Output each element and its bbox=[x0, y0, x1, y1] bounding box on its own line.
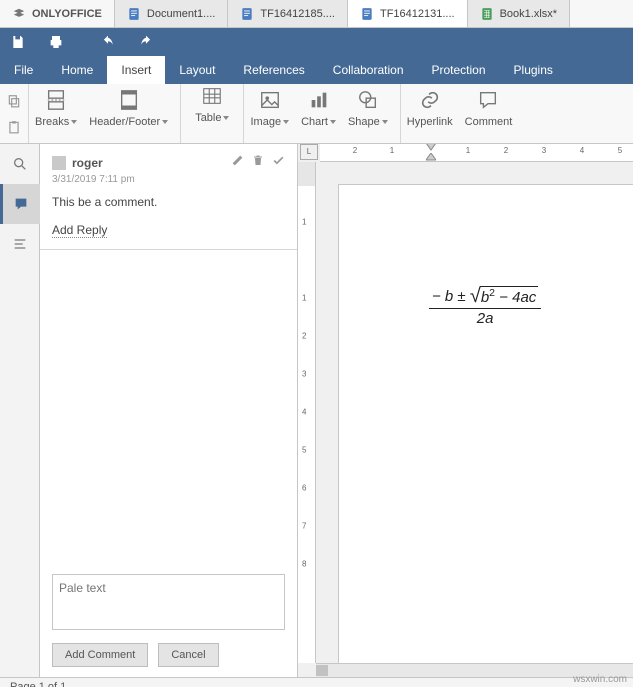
chevron-down-icon bbox=[382, 120, 388, 124]
edit-icon[interactable] bbox=[231, 154, 244, 172]
chevron-down-icon bbox=[283, 120, 289, 124]
document-tabstrip: ONLYOFFICE Document1.... TF16412185.... … bbox=[0, 0, 633, 28]
cancel-comment-button[interactable]: Cancel bbox=[158, 643, 218, 667]
watermark: wsxwin.com bbox=[573, 674, 627, 685]
comment-input[interactable] bbox=[52, 574, 285, 630]
comment-author: roger bbox=[72, 156, 103, 170]
chevron-down-icon bbox=[162, 120, 168, 124]
menu-file[interactable]: File bbox=[0, 56, 47, 84]
brand-logo-icon bbox=[12, 7, 26, 21]
chevron-down-icon bbox=[71, 120, 77, 124]
undo-button[interactable] bbox=[98, 32, 118, 52]
shape-icon bbox=[356, 88, 380, 112]
shape-button[interactable]: Shape bbox=[342, 84, 401, 143]
document-page[interactable]: − b ± √ b2 − 4ac 2a bbox=[338, 184, 633, 677]
menu-references[interactable]: References bbox=[229, 56, 318, 84]
document-viewport[interactable]: L 2 1 1 2 3 4 5 1 1 2 3 4 5 6 7 8 − b bbox=[298, 144, 633, 677]
breaks-button[interactable]: Breaks bbox=[29, 84, 83, 143]
insert-ribbon: Breaks Header/Footer Table Image Chart S… bbox=[0, 84, 633, 144]
brand-label: ONLYOFFICE bbox=[32, 8, 102, 20]
vertical-ruler[interactable]: 1 1 2 3 4 5 6 7 8 bbox=[298, 162, 316, 663]
chart-button[interactable]: Chart bbox=[295, 84, 342, 143]
print-button[interactable] bbox=[46, 32, 66, 52]
page-break-icon bbox=[44, 88, 68, 112]
image-icon bbox=[258, 88, 282, 112]
link-icon bbox=[418, 88, 442, 112]
add-comment-button[interactable]: Add Comment bbox=[52, 643, 148, 667]
redo-button[interactable] bbox=[136, 32, 156, 52]
doc-icon bbox=[127, 7, 141, 21]
doc-tab-label: Document1.... bbox=[147, 8, 215, 20]
copy-button[interactable] bbox=[4, 91, 24, 111]
doc-icon bbox=[360, 7, 374, 21]
menu-home[interactable]: Home bbox=[47, 56, 107, 84]
doc-tab-0[interactable]: Document1.... bbox=[115, 0, 228, 27]
doc-tab-3[interactable]: Book1.xlsx* bbox=[468, 0, 570, 27]
doc-icon bbox=[240, 7, 254, 21]
menu-collaboration[interactable]: Collaboration bbox=[319, 56, 418, 84]
chevron-down-icon bbox=[223, 116, 229, 120]
doc-tab-label: TF16412131.... bbox=[380, 8, 455, 20]
comment-text: This be a comment. bbox=[52, 195, 285, 209]
brand-tab[interactable]: ONLYOFFICE bbox=[0, 0, 115, 27]
hyperlink-button[interactable]: Hyperlink bbox=[401, 84, 459, 143]
save-button[interactable] bbox=[8, 32, 28, 52]
menu-layout[interactable]: Layout bbox=[165, 56, 229, 84]
equation-object[interactable]: − b ± √ b2 − 4ac 2a bbox=[429, 285, 541, 327]
doc-tab-2[interactable]: TF16412131.... bbox=[348, 0, 468, 27]
tab-stop-toggle[interactable]: L bbox=[300, 144, 318, 160]
table-button[interactable]: Table bbox=[181, 84, 244, 143]
delete-icon[interactable] bbox=[252, 154, 264, 172]
add-reply-link[interactable]: Add Reply bbox=[52, 223, 107, 238]
sheet-icon bbox=[480, 7, 494, 21]
rail-headings-button[interactable] bbox=[0, 224, 40, 264]
resolve-icon[interactable] bbox=[272, 154, 285, 172]
comment-item[interactable]: roger 3/31/2019 7:11 pm This be a commen… bbox=[40, 144, 297, 250]
doc-tab-1[interactable]: TF16412185.... bbox=[228, 0, 348, 27]
comment-icon bbox=[476, 88, 500, 112]
comment-date: 3/31/2019 7:11 pm bbox=[52, 174, 285, 185]
image-button[interactable]: Image bbox=[244, 84, 295, 143]
main-menu: File Home Insert Layout References Colla… bbox=[0, 56, 633, 84]
rail-comments-button[interactable] bbox=[0, 184, 40, 224]
menu-plugins[interactable]: Plugins bbox=[500, 56, 567, 84]
left-indent-marker[interactable] bbox=[426, 153, 436, 163]
comments-panel: roger 3/31/2019 7:11 pm This be a commen… bbox=[40, 144, 298, 677]
rail-search-button[interactable] bbox=[0, 144, 40, 184]
table-icon bbox=[200, 84, 224, 108]
chart-icon bbox=[307, 88, 331, 112]
left-rail bbox=[0, 144, 40, 677]
scroll-thumb[interactable] bbox=[316, 665, 328, 676]
menu-protection[interactable]: Protection bbox=[418, 56, 500, 84]
status-bar: Page 1 of 1 bbox=[0, 677, 633, 687]
avatar-icon bbox=[52, 156, 66, 170]
headerfooter-button[interactable]: Header/Footer bbox=[83, 84, 181, 143]
page-indicator[interactable]: Page 1 of 1 bbox=[10, 681, 66, 687]
paste-button[interactable] bbox=[4, 117, 24, 137]
doc-tab-label: Book1.xlsx* bbox=[500, 8, 557, 20]
chevron-down-icon bbox=[330, 120, 336, 124]
header-footer-icon bbox=[117, 88, 141, 112]
main-area: roger 3/31/2019 7:11 pm This be a commen… bbox=[0, 144, 633, 677]
comment-button[interactable]: Comment bbox=[459, 84, 519, 143]
new-comment-box: Add Comment Cancel bbox=[52, 574, 285, 667]
first-line-indent-marker[interactable] bbox=[426, 144, 436, 153]
doc-tab-label: TF16412185.... bbox=[260, 8, 335, 20]
quick-access-bar bbox=[0, 28, 633, 56]
menu-insert[interactable]: Insert bbox=[107, 56, 165, 84]
horizontal-ruler[interactable]: L 2 1 1 2 3 4 5 bbox=[320, 144, 633, 162]
